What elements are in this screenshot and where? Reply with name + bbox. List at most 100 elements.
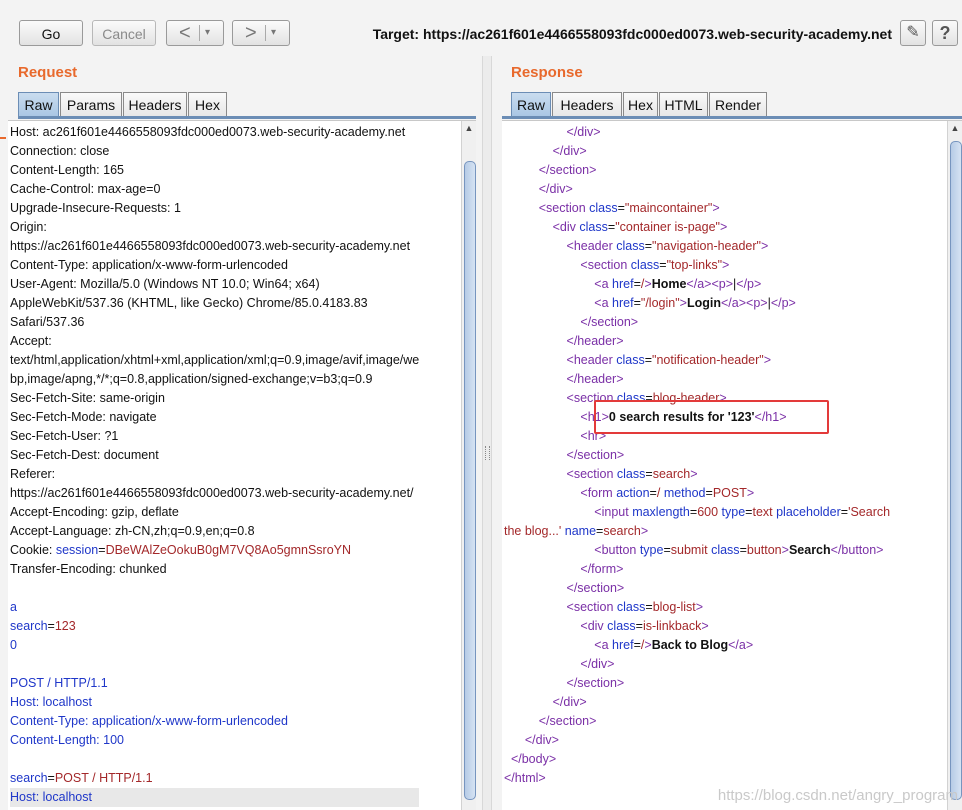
request-editor[interactable]: Host: ac261f601e4466558093fdc000ed0073.w… bbox=[8, 120, 476, 810]
code-token: search bbox=[10, 771, 48, 785]
code-line: <input maxlength=600 type=text placehold… bbox=[504, 503, 890, 522]
code-token: > bbox=[746, 486, 755, 500]
code-token: text bbox=[752, 505, 777, 519]
code-line: Sec-Fetch-Dest: document bbox=[10, 446, 419, 465]
code-line: </form> bbox=[504, 560, 890, 579]
code-token: <header bbox=[566, 353, 617, 367]
code-line: https://ac261f601e4466558093fdc000ed0073… bbox=[10, 237, 419, 256]
code-token: > bbox=[690, 467, 698, 481]
tab-hex[interactable]: Hex bbox=[188, 92, 227, 117]
code-token: <section bbox=[580, 258, 631, 272]
code-line: <hr> bbox=[504, 427, 890, 446]
code-token: = bbox=[644, 239, 653, 253]
code-token: Upgrade-Insecure-Requests: 1 bbox=[10, 201, 181, 215]
code-token: = bbox=[645, 467, 653, 481]
code-line: <a href=/>Home</a><p>|</p> bbox=[504, 275, 890, 294]
tab-headers[interactable]: Headers bbox=[552, 92, 622, 117]
tab-params[interactable]: Params bbox=[60, 92, 122, 117]
request-title: Request bbox=[18, 64, 78, 81]
request-scrollbar[interactable]: ▲ bbox=[461, 121, 476, 810]
code-token: "top-links" bbox=[666, 258, 723, 272]
code-token: = bbox=[739, 543, 747, 557]
code-token: session bbox=[55, 543, 99, 557]
code-token: > bbox=[763, 353, 772, 367]
code-line: </section> bbox=[504, 446, 890, 465]
tab-hex[interactable]: Hex bbox=[623, 92, 658, 117]
code-token: class bbox=[579, 220, 608, 234]
code-line: Host: localhost bbox=[10, 788, 420, 807]
code-line: <h1>0 search results for '123'</h1> bbox=[504, 408, 890, 427]
request-scroll-thumb[interactable] bbox=[464, 161, 476, 800]
tab-underline bbox=[18, 116, 476, 119]
code-token: </p> bbox=[770, 296, 796, 310]
response-editor[interactable]: </div> </div> </section> </div> <section… bbox=[502, 120, 962, 810]
code-line: </header> bbox=[504, 332, 890, 351]
code-token: Safari/537.36 bbox=[10, 315, 85, 329]
code-token: class bbox=[616, 600, 646, 614]
code-token: = bbox=[98, 543, 106, 557]
chevron-down-icon[interactable]: ▾ bbox=[205, 21, 210, 45]
cancel-button[interactable]: Cancel bbox=[92, 20, 156, 46]
code-token: </section> bbox=[538, 714, 597, 728]
code-line: </div> bbox=[504, 731, 890, 750]
scroll-up-icon[interactable]: ▲ bbox=[462, 121, 476, 135]
code-token: <p> bbox=[711, 277, 734, 291]
scroll-up-icon[interactable]: ▲ bbox=[948, 121, 962, 135]
code-token: a bbox=[10, 600, 17, 614]
code-line: Transfer-Encoding: chunked bbox=[10, 560, 419, 579]
forward-button[interactable]: > ▾ bbox=[232, 20, 290, 46]
code-line: Origin: bbox=[10, 218, 419, 237]
code-line: <section class="maincontainer"> bbox=[504, 199, 890, 218]
code-token: > bbox=[722, 258, 730, 272]
back-button[interactable]: < ▾ bbox=[166, 20, 224, 46]
code-token: "container is-page" bbox=[615, 220, 720, 234]
code-token: = bbox=[659, 258, 667, 272]
tab-html[interactable]: HTML bbox=[659, 92, 708, 117]
code-token: Accept: bbox=[10, 334, 52, 348]
response-scroll-thumb[interactable] bbox=[950, 141, 962, 800]
tab-render[interactable]: Render bbox=[709, 92, 767, 117]
code-token: Accept-Language: zh-CN,zh;q=0.9,en;q=0.8 bbox=[10, 524, 255, 538]
request-lines: Host: ac261f601e4466558093fdc000ed0073.w… bbox=[10, 123, 420, 807]
code-token: = bbox=[635, 619, 643, 633]
code-token: search bbox=[10, 619, 48, 633]
code-token: Content-Type: application/x-www-form-url… bbox=[10, 714, 288, 728]
help-button[interactable]: ? bbox=[932, 20, 958, 46]
code-token: "/login" bbox=[640, 296, 680, 310]
tab-headers[interactable]: Headers bbox=[123, 92, 187, 117]
code-token: Origin: bbox=[10, 220, 47, 234]
response-scrollbar[interactable]: ▲ bbox=[947, 121, 962, 810]
code-line: <section class="top-links"> bbox=[504, 256, 890, 275]
go-button[interactable]: Go bbox=[19, 20, 83, 46]
tab-raw[interactable]: Raw bbox=[18, 92, 59, 117]
code-token: <section bbox=[566, 600, 617, 614]
code-line: search=POST / HTTP/1.1 bbox=[10, 769, 419, 788]
code-line: Sec-Fetch-Site: same-origin bbox=[10, 389, 419, 408]
code-line: </section> bbox=[504, 712, 890, 731]
code-token: </a> bbox=[720, 296, 747, 310]
code-token: 0 bbox=[10, 638, 17, 652]
code-token: text/html,application/xhtml+xml,applicat… bbox=[10, 353, 420, 367]
chevron-down-icon[interactable]: ▾ bbox=[271, 21, 276, 45]
response-lines: </div> </div> </section> </div> <section… bbox=[504, 123, 890, 788]
code-line: </div> bbox=[504, 693, 890, 712]
code-token: </button> bbox=[830, 543, 884, 557]
code-token: </section> bbox=[566, 676, 625, 690]
code-line: POST / HTTP/1.1 bbox=[10, 674, 419, 693]
split-divider[interactable] bbox=[482, 56, 492, 810]
code-line: <section class=blog-header> bbox=[504, 389, 890, 408]
code-token: <button bbox=[594, 543, 640, 557]
edit-target-button[interactable]: ✎ bbox=[900, 20, 926, 46]
tab-raw[interactable]: Raw bbox=[511, 92, 551, 117]
